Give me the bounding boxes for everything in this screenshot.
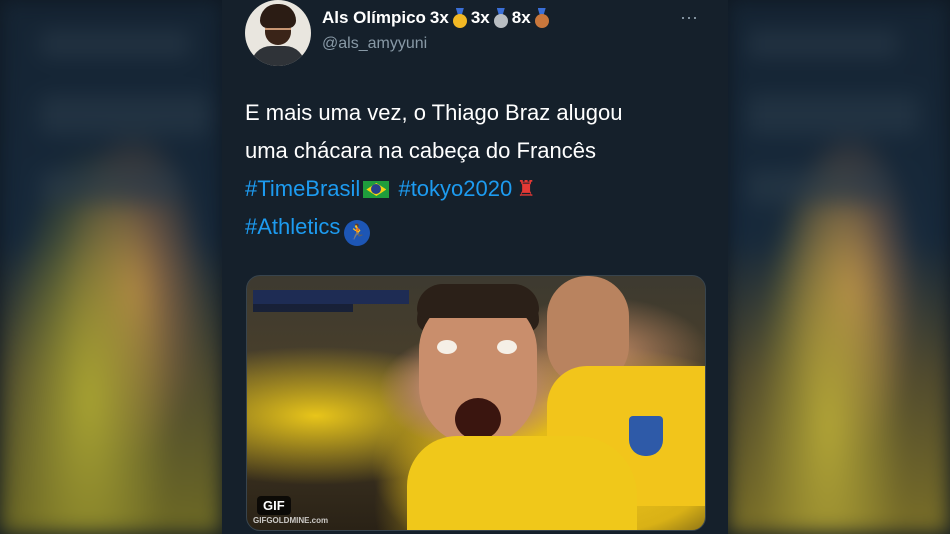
tweet-text-line: uma chácara na cabeça do Francês [245, 138, 596, 163]
more-options-icon[interactable]: ⋯ [680, 8, 699, 29]
media-watermark: GIFGOLDMINE.com [253, 516, 329, 525]
gif-badge: GIF [257, 496, 291, 515]
gold-medal-count: 3x [429, 8, 449, 27]
hashtag-athletics[interactable]: #Athletics [245, 214, 340, 239]
tweet-text-line: E mais uma vez, o Thiago Braz alugou [245, 100, 623, 125]
avatar[interactable] [245, 0, 311, 66]
tweet-text: E mais uma vez, o Thiago Braz alugou uma… [245, 94, 715, 246]
display-name-row[interactable]: Als Olímpico 3x 3x 8x [322, 8, 549, 28]
hashtag-timebrasil[interactable]: #TimeBrasil [245, 176, 360, 201]
athletics-runner-icon: 🏃 [344, 220, 371, 246]
tokyo-tower-icon: ♜ [516, 176, 536, 201]
brazil-flag-icon [363, 181, 390, 198]
tweet-card: Als Olímpico 3x 3x 8x @als_amyyuni ⋯ E m… [222, 0, 728, 534]
scoreboard-overlay [253, 290, 409, 304]
blurred-background-left [0, 0, 222, 534]
hashtag-tokyo2020[interactable]: #tokyo2020 [398, 176, 512, 201]
display-name[interactable]: Als Olímpico [322, 8, 426, 28]
user-handle[interactable]: @als_amyyuni [322, 35, 427, 53]
blurred-background-right [728, 0, 950, 534]
tweet-gif-media[interactable]: GIF GIFGOLDMINE.com [246, 275, 706, 531]
bronze-medal-icon [534, 8, 549, 28]
silver-medal-count: 3x [470, 8, 490, 27]
cbf-crest [629, 416, 663, 456]
gold-medal-icon [452, 8, 467, 28]
bronze-medal-count: 8x [511, 8, 531, 27]
silver-medal-icon [493, 8, 508, 28]
